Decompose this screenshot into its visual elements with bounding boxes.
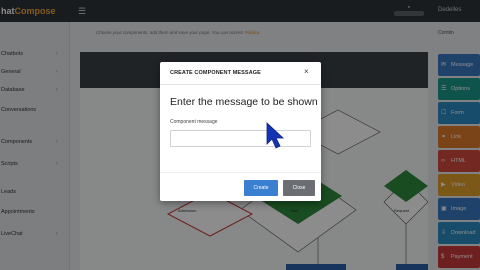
component-message-input[interactable] [170, 130, 311, 147]
modal-divider [160, 84, 321, 85]
modal-title: CREATE COMPONENT MESSAGE [170, 70, 261, 76]
create-button[interactable]: Create [244, 180, 278, 196]
modal-heading: Enter the message to be shown [170, 96, 318, 108]
mouse-cursor-icon [266, 122, 285, 149]
close-icon[interactable]: × [304, 67, 309, 77]
create-component-modal: CREATE COMPONENT MESSAGE × Enter the mes… [160, 62, 321, 201]
close-button[interactable]: Close [283, 180, 315, 196]
modal-divider [160, 172, 321, 173]
component-message-label: Component message [170, 119, 218, 125]
